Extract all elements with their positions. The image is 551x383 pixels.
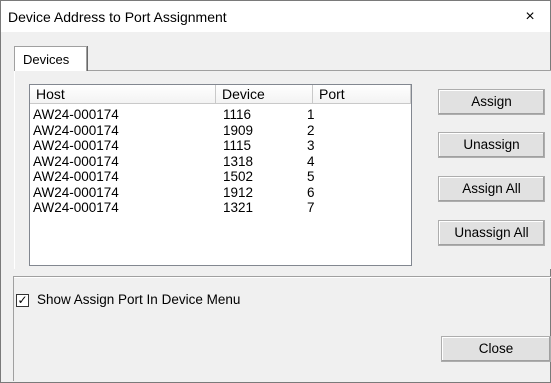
port-cell: 1: [307, 107, 315, 122]
assign-all-button[interactable]: Assign All: [438, 176, 545, 202]
host-cell: AW24-000174: [33, 169, 119, 184]
check-icon: ✓: [17, 293, 28, 307]
port-cell: 7: [307, 200, 315, 215]
device-cell: 1116: [223, 107, 252, 122]
list-body: AW24-000174 1116 1 AW24-000174 1909 2 AW…: [30, 107, 411, 216]
column-header-host[interactable]: Host: [30, 85, 216, 104]
show-assign-port-label[interactable]: Show Assign Port In Device Menu: [37, 292, 240, 307]
separator: [13, 276, 551, 278]
host-cell: AW24-000174: [33, 184, 119, 200]
close-icon[interactable]: ×: [510, 1, 550, 32]
device-cell: 1318: [223, 153, 254, 169]
list-header: Host Device Port: [30, 85, 411, 105]
device-cell: 1502: [223, 169, 254, 184]
table-row[interactable]: AW24-000174 1115 3: [30, 138, 411, 154]
host-cell: AW24-000174: [33, 138, 119, 153]
host-cell: AW24-000174: [33, 153, 119, 169]
tab-devices-label: Devices: [23, 52, 70, 67]
show-assign-port-checkbox[interactable]: ✓: [16, 294, 29, 307]
port-cell: 5: [307, 169, 315, 184]
port-cell: 4: [307, 153, 315, 169]
device-cell: 1321: [223, 200, 254, 215]
table-row[interactable]: AW24-000174 1321 7: [30, 200, 411, 216]
port-cell: 3: [307, 138, 315, 153]
table-row[interactable]: AW24-000174 1912 6: [30, 185, 411, 201]
device-port-list[interactable]: Host Device Port AW24-000174 1116 1 AW24…: [29, 84, 412, 266]
table-row[interactable]: AW24-000174 1502 5: [30, 169, 411, 185]
assign-button[interactable]: Assign: [438, 89, 545, 115]
host-cell: AW24-000174: [33, 107, 119, 122]
window-title: Device Address to Port Assignment: [8, 9, 227, 25]
device-cell: 1115: [223, 138, 252, 153]
column-header-port[interactable]: Port: [313, 85, 411, 104]
title-bar[interactable]: Device Address to Port Assignment ×: [1, 1, 550, 32]
table-row[interactable]: AW24-000174 1116 1: [30, 107, 411, 123]
table-row[interactable]: AW24-000174 1318 4: [30, 154, 411, 170]
device-cell: 1912: [223, 184, 254, 200]
device-cell: 1909: [223, 122, 254, 138]
close-button[interactable]: Close: [441, 336, 551, 362]
unassign-button[interactable]: Unassign: [438, 132, 545, 158]
host-cell: AW24-000174: [33, 200, 119, 215]
table-row[interactable]: AW24-000174 1909 2: [30, 123, 411, 139]
host-cell: AW24-000174: [33, 122, 119, 138]
frame-line: [13, 276, 14, 381]
unassign-all-button[interactable]: Unassign All: [438, 220, 545, 246]
port-cell: 2: [307, 122, 315, 138]
tab-devices[interactable]: Devices: [14, 46, 87, 71]
column-header-device[interactable]: Device: [216, 85, 313, 104]
port-cell: 6: [307, 184, 315, 200]
